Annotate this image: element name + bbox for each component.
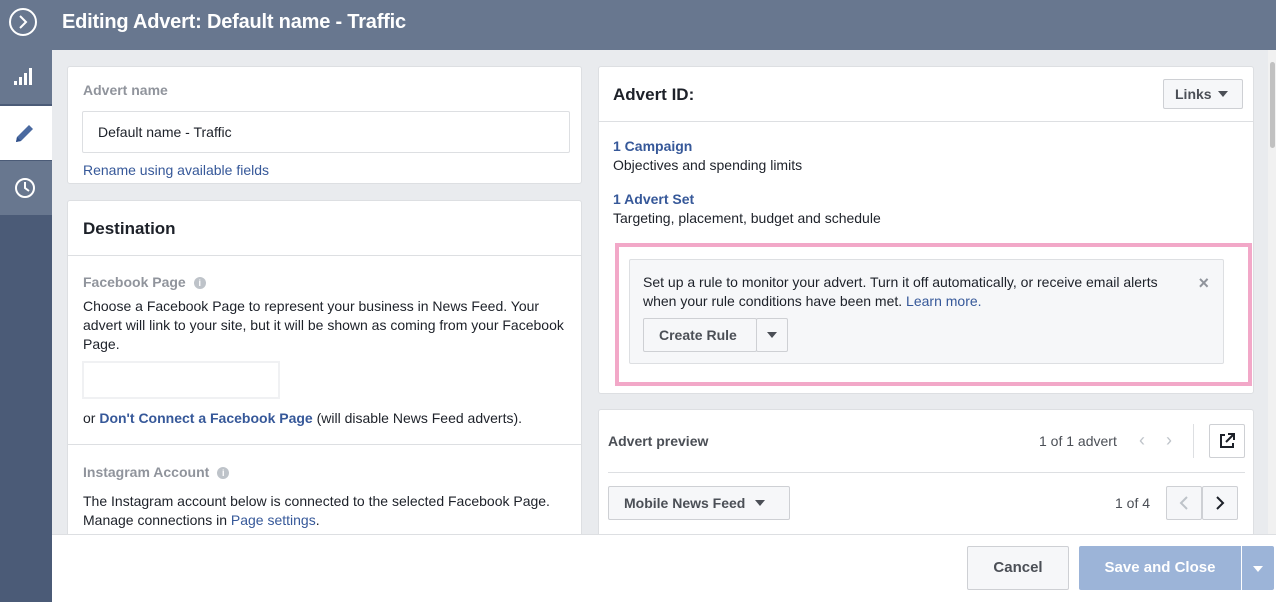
next-placement-button[interactable]: [1202, 486, 1238, 520]
chevron-left-icon: [1179, 496, 1188, 510]
campaign-description: Objectives and spending limits: [613, 157, 803, 173]
create-rule-dropdown[interactable]: [756, 318, 788, 352]
dont-connect-suffix: (will disable News Feed adverts).: [312, 410, 523, 426]
instagram-heading: Instagram Account i: [83, 464, 230, 480]
caret-down-icon: [1217, 91, 1228, 97]
dont-connect-line: or Don't Connect a Facebook Page (will d…: [83, 409, 573, 428]
bar-chart-icon: [14, 68, 32, 85]
divider: [599, 121, 1253, 122]
divider: [68, 444, 581, 445]
placement-dropdown[interactable]: Mobile News Feed: [608, 486, 790, 520]
links-button-label: Links: [1175, 86, 1212, 102]
instagram-account-label: Instagram Account: [83, 464, 210, 480]
rule-text: Set up a rule to monitor your advert. Tu…: [643, 274, 1158, 309]
campaign-link[interactable]: 1 Campaign: [613, 138, 692, 154]
links-dropdown-button[interactable]: Links: [1163, 79, 1243, 109]
external-link-icon: [1220, 433, 1235, 448]
dont-connect-link[interactable]: Don't Connect a Facebook Page: [99, 410, 312, 426]
advert-set-description: Targeting, placement, budget and schedul…: [613, 210, 881, 226]
divider: [608, 472, 1245, 473]
facebook-page-selector[interactable]: [82, 361, 280, 399]
destination-title: Destination: [83, 219, 176, 238]
page-settings-link[interactable]: Page settings: [231, 512, 316, 528]
facebook-page-description: Choose a Facebook Page to represent your…: [83, 298, 564, 352]
learn-more-link[interactable]: Learn more.: [906, 293, 981, 309]
facebook-page-label: Facebook Page: [83, 274, 186, 290]
rename-link[interactable]: Rename using available fields: [83, 162, 269, 178]
save-options-dropdown[interactable]: [1242, 546, 1274, 590]
caret-down-icon: [755, 500, 766, 506]
placement-label: Mobile News Feed: [624, 495, 746, 511]
previous-advert-icon[interactable]: ‹: [1139, 430, 1145, 451]
caret-down-icon: [767, 332, 777, 338]
placement-page-count: 1 of 4: [1115, 495, 1151, 511]
advert-set-link[interactable]: 1 Advert Set: [613, 191, 694, 207]
rail-item-reporting[interactable]: [0, 50, 52, 104]
advert-preview-card: Advert preview 1 of 1 advert ‹ › Mobile …: [598, 409, 1254, 534]
advert-name-card: Advert name Default name - Traffic Renam…: [67, 66, 582, 184]
pencil-icon: [16, 125, 33, 142]
rule-description: Set up a rule to monitor your advert. Tu…: [643, 273, 1183, 311]
advert-name-label: Advert name: [83, 82, 168, 98]
or-text: or: [83, 410, 100, 426]
instagram-description: The Instagram account below is connected…: [83, 492, 563, 530]
rail-item-history[interactable]: [0, 161, 52, 215]
main-content: Advert name Default name - Traffic Renam…: [52, 50, 1276, 534]
footer-bar: Cancel Save and Close: [52, 534, 1276, 602]
advert-count: 1 of 1 advert: [1039, 433, 1117, 449]
instagram-desc-end: .: [315, 512, 320, 528]
advert-preview-title: Advert preview: [608, 433, 709, 449]
create-rule-panel: Set up a rule to monitor your advert. Tu…: [629, 259, 1224, 364]
header-bar: Editing Advert: Default name - Traffic: [0, 0, 1276, 50]
destination-card: Destination Facebook Page i Choose a Face…: [67, 200, 582, 534]
advert-id-card: Advert ID: Links 1 Campaign Objectives a…: [598, 66, 1254, 394]
previous-placement-button[interactable]: [1166, 486, 1202, 520]
facebook-page-heading: Facebook Page i: [83, 274, 206, 290]
save-and-close-button[interactable]: Save and Close: [1079, 546, 1241, 590]
chevron-right-icon: [1216, 496, 1225, 510]
page-title: Editing Advert: Default name - Traffic: [62, 11, 406, 33]
next-advert-icon[interactable]: ›: [1166, 430, 1172, 451]
info-icon[interactable]: i: [193, 277, 206, 289]
left-rail: [0, 50, 52, 602]
close-icon[interactable]: ×: [1198, 274, 1209, 292]
expand-toggle-icon[interactable]: [9, 8, 37, 36]
create-rule-button[interactable]: Create Rule: [643, 318, 757, 352]
divider: [1193, 424, 1194, 458]
rail-item-edit[interactable]: [0, 106, 52, 160]
open-preview-button[interactable]: [1209, 424, 1245, 458]
advert-id-title: Advert ID:: [613, 85, 695, 104]
divider: [68, 255, 581, 256]
cancel-button[interactable]: Cancel: [967, 546, 1069, 590]
info-icon[interactable]: i: [217, 467, 230, 479]
advert-name-input[interactable]: Default name - Traffic: [82, 111, 570, 153]
scrollbar-thumb[interactable]: [1270, 62, 1275, 148]
caret-down-icon: [1253, 566, 1263, 572]
clock-icon: [15, 178, 35, 198]
